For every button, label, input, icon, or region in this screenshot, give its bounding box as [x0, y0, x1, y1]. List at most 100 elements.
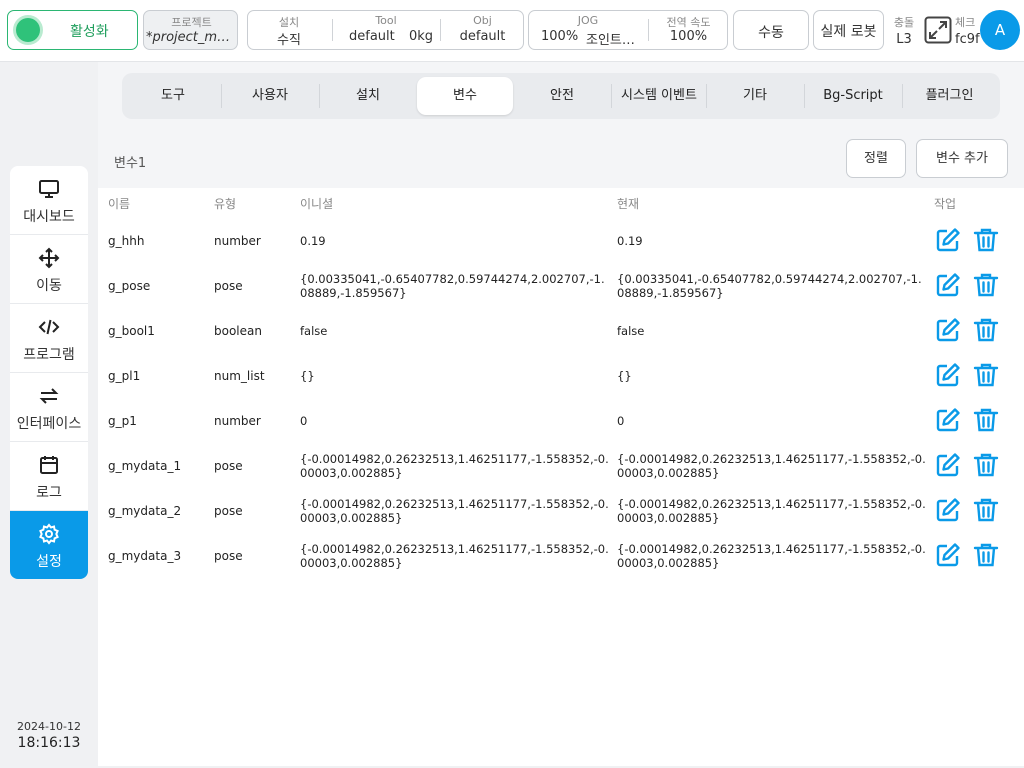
table-header: 이름 유형 이니셜 현재 작업 — [98, 188, 1024, 218]
real-robot-button[interactable]: 실제 로봇 — [813, 10, 884, 50]
status-dot-icon — [16, 18, 40, 42]
table-row: g_pl1 num_list {} {} — [98, 353, 1024, 398]
edit-icon[interactable] — [934, 451, 962, 479]
sidebar-item-move[interactable]: 이동 — [10, 235, 88, 304]
collision-value: L3 — [896, 32, 912, 47]
tab-plugins[interactable]: 플러그인 — [903, 77, 996, 115]
tab-safety[interactable]: 안전 — [514, 77, 610, 115]
tab-system-events[interactable]: 시스템 이벤트 — [612, 77, 706, 115]
sort-button[interactable]: 정렬 — [846, 139, 906, 178]
jog-title: JOG — [577, 14, 599, 27]
tool-title: Tool — [375, 14, 397, 27]
header-type: 유형 — [214, 197, 237, 211]
divider — [648, 19, 649, 41]
tabs-bar: 도구 사용자 설치 변수 안전 시스템 이벤트 기타 Bg-Script 플러그… — [98, 62, 1024, 131]
header-action: 작업 — [934, 197, 957, 211]
sidebar-item-log[interactable]: 로그 — [10, 442, 88, 511]
sidebar-item-interface[interactable]: 인터페이스 — [10, 373, 88, 442]
sidebar-item-dashboard[interactable]: 대시보드 — [10, 166, 88, 235]
system-clock: 2024-10-12 18:16:13 — [0, 720, 98, 751]
sidebar-item-program[interactable]: 프로그램 — [10, 304, 88, 373]
edit-icon[interactable] — [934, 361, 962, 389]
install-panel[interactable]: 설치 수직 Tool default 0kg Obj default — [247, 10, 524, 50]
table-row: g_p1 number 0 0 — [98, 398, 1024, 443]
collision-title: 충돌 — [893, 16, 915, 29]
main-content: 도구 사용자 설치 변수 안전 시스템 이벤트 기타 Bg-Script 플러그… — [98, 62, 1024, 766]
speed-title: 전역 속도 — [666, 16, 711, 29]
variables-header: 변수1 정렬 변수 추가 — [98, 131, 1024, 188]
cell-name: g_mydata_3 — [108, 549, 182, 563]
table-row: g_mydata_3 pose {-0.00014982,0.26232513,1.… — [98, 533, 1024, 578]
cell-current: 0.19 — [617, 234, 643, 248]
cell-name: g_mydata_1 — [108, 459, 182, 473]
edit-icon[interactable] — [934, 226, 962, 254]
trash-icon[interactable] — [972, 406, 1000, 434]
cell-type: boolean — [214, 324, 262, 338]
cell-name: g_bool1 — [108, 324, 155, 338]
tool-weight: 0kg — [409, 29, 434, 44]
tab-install[interactable]: 설치 — [320, 77, 416, 115]
activate-toggle[interactable]: 활성화 — [7, 10, 138, 50]
real-robot-label: 실제 로봇 — [820, 24, 877, 40]
checksum-value: fc9f — [955, 32, 980, 47]
manual-mode-button[interactable]: 수동 — [733, 10, 809, 50]
cell-initial: false — [300, 324, 328, 338]
clock-time: 18:16:13 — [17, 735, 81, 751]
trash-icon[interactable] — [972, 316, 1000, 344]
trash-icon[interactable] — [972, 226, 1000, 254]
divider — [332, 19, 333, 41]
tool-value: default — [349, 29, 395, 44]
jog-mode: 조인트… — [586, 33, 635, 48]
divider — [440, 19, 441, 41]
cell-type: number — [214, 234, 261, 248]
header-initial: 이니셜 — [300, 197, 334, 211]
edit-icon[interactable] — [934, 316, 962, 344]
sidebar-item-label: 로그 — [36, 485, 62, 501]
monitor-icon — [39, 180, 59, 198]
edit-icon[interactable] — [934, 406, 962, 434]
user-avatar[interactable]: A — [980, 10, 1020, 50]
cell-type: pose — [214, 504, 243, 518]
trash-icon[interactable] — [972, 361, 1000, 389]
edit-icon[interactable] — [934, 541, 962, 569]
add-variable-button[interactable]: 변수 추가 — [916, 139, 1008, 178]
trash-icon[interactable] — [972, 271, 1000, 299]
sidebar-item-label: 이동 — [36, 278, 62, 294]
trash-icon[interactable] — [972, 451, 1000, 479]
clock-date: 2024-10-12 — [17, 720, 81, 733]
cell-name: g_hhh — [108, 234, 145, 248]
tab-user[interactable]: 사용자 — [222, 77, 318, 115]
table-row: g_hhh number 0.19 0.19 — [98, 218, 1024, 263]
setup-value: 수직 — [277, 33, 301, 48]
activate-label: 활성화 — [70, 24, 109, 40]
project-title: 프로젝트 — [171, 16, 212, 29]
cell-current: 0 — [617, 414, 625, 428]
sidebar-item-label: 프로그램 — [23, 347, 75, 363]
edit-icon[interactable] — [934, 271, 962, 299]
sidebar-item-settings[interactable]: 설정 — [10, 511, 88, 579]
cell-current: {0.00335041,-0.65407782,0.59744274,2.002… — [617, 272, 922, 300]
jog-value: 100% — [541, 29, 579, 44]
cell-initial: {-0.00014982,0.26232513,1.46251177,-1.55… — [300, 497, 609, 525]
cell-current: {} — [617, 369, 632, 383]
tab-variables[interactable]: 변수 — [417, 77, 513, 115]
cell-initial: 0 — [300, 414, 308, 428]
sidebar-item-label: 설정 — [36, 554, 62, 570]
jog-panel[interactable]: JOG 100% 조인트… 전역 속도 100% — [528, 10, 728, 50]
cell-name: g_pl1 — [108, 369, 141, 383]
expand-icon[interactable] — [924, 16, 952, 44]
header-current: 현재 — [617, 197, 640, 211]
edit-icon[interactable] — [934, 496, 962, 524]
tab-tool[interactable]: 도구 — [126, 77, 220, 115]
project-selector[interactable]: 프로젝트 *project_mo… — [143, 10, 238, 50]
trash-icon[interactable] — [972, 496, 1000, 524]
tab-bg-script[interactable]: Bg-Script — [805, 77, 901, 115]
tab-other[interactable]: 기타 — [707, 77, 803, 115]
panel-title: 변수1 — [114, 156, 147, 171]
table-row: g_mydata_2 pose {-0.00014982,0.26232513,1.… — [98, 488, 1024, 533]
trash-icon[interactable] — [972, 541, 1000, 569]
collision-level[interactable]: 충돌 L3 — [890, 14, 918, 47]
setup-title: 설치 — [278, 16, 300, 29]
cell-initial: {-0.00014982,0.26232513,1.46251177,-1.55… — [300, 452, 609, 480]
speed-cell: 전역 속도 100% — [650, 11, 727, 49]
